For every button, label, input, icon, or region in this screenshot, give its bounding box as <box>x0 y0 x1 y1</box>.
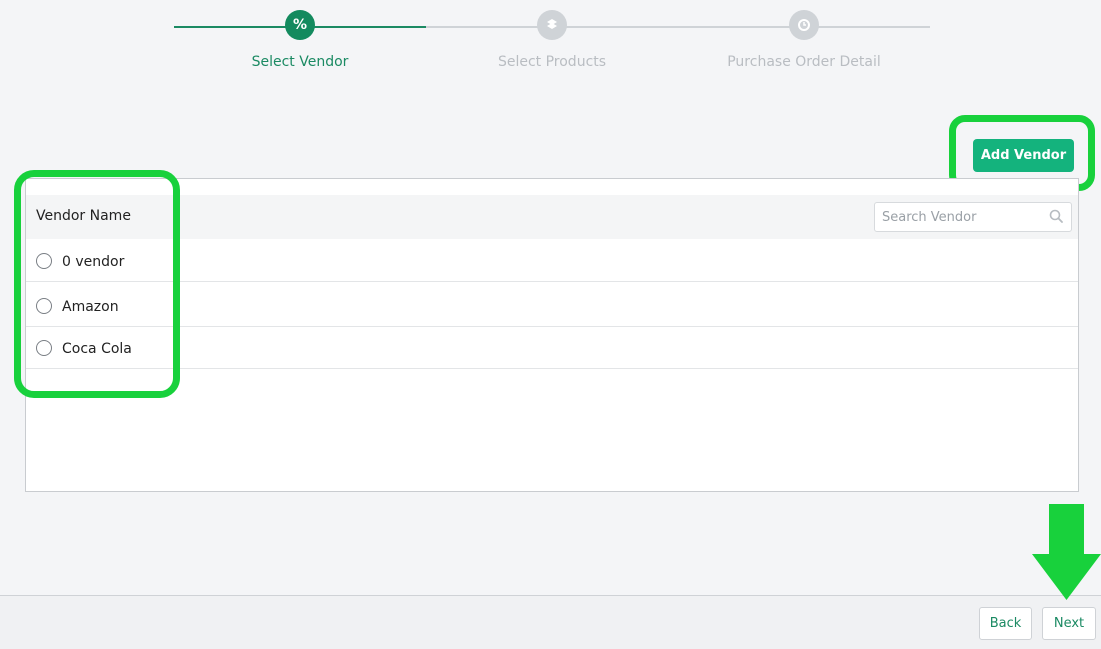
step-purchase-order-detail[interactable]: Purchase Order Detail <box>678 10 930 70</box>
table-row[interactable]: 0 vendor <box>26 240 1078 282</box>
footer-bar: Back Next <box>0 595 1101 649</box>
step-label: Purchase Order Detail <box>727 54 881 70</box>
step-label: Select Vendor <box>251 54 349 70</box>
box-icon <box>537 10 567 40</box>
vendor-table-panel: Vendor Name 0 vendor Amazon Coca Cola <box>25 178 1079 492</box>
clock-icon <box>789 10 819 40</box>
step-select-products[interactable]: Select Products <box>426 10 678 70</box>
search-icon[interactable] <box>1049 209 1063 223</box>
stepper: % Select Vendor Select Products Purchase… <box>174 10 930 80</box>
percent-icon: % <box>285 10 315 40</box>
back-button[interactable]: Back <box>979 607 1032 640</box>
next-button[interactable]: Next <box>1042 607 1096 640</box>
add-vendor-button[interactable]: Add Vendor <box>973 139 1074 172</box>
table-row[interactable]: Amazon <box>26 285 1078 327</box>
search-box[interactable] <box>874 202 1072 232</box>
step-select-vendor[interactable]: % Select Vendor <box>174 10 426 70</box>
step-label: Select Products <box>497 54 607 70</box>
search-input[interactable] <box>880 203 1044 231</box>
table-header: Vendor Name <box>26 195 1078 239</box>
highlight-box-vendor-column <box>14 170 180 398</box>
down-arrow-annotation-icon <box>1032 504 1101 600</box>
table-row[interactable]: Coca Cola <box>26 327 1078 369</box>
